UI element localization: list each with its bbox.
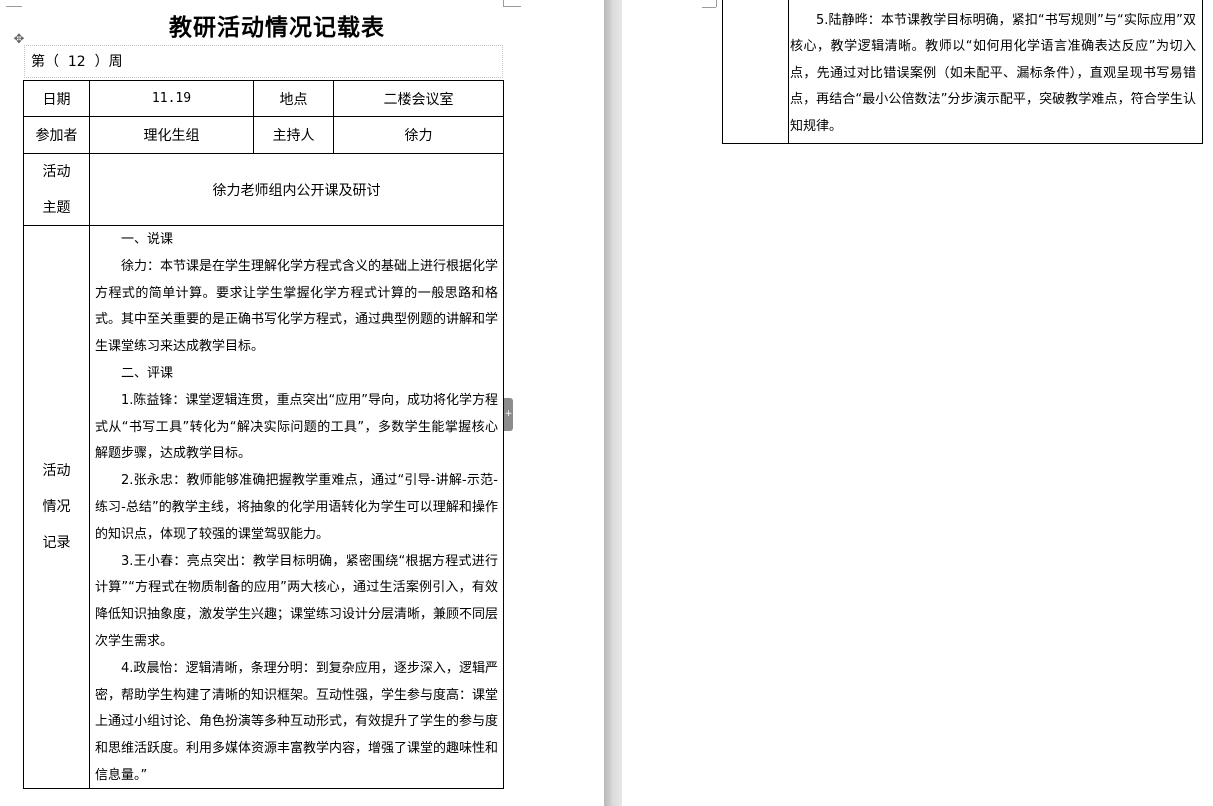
record-label-line: 情况 xyxy=(42,499,71,515)
record-paragraph: 4.政晨怡：逻辑清晰，条理分明：到复杂应用，逐步深入，逻辑严密，帮助学生构建了清… xyxy=(95,660,499,783)
document-title[interactable]: 教研活动情况记载表 xyxy=(24,8,530,42)
record-paragraph: 徐力：本节课是在学生理解化学方程式含义的基础上进行根据化学方程式的简单计算。要求… xyxy=(95,258,499,355)
participants-value[interactable]: 理化生组 xyxy=(90,117,253,153)
activity-record-table: 日期 11.19 地点 二楼会议室 参加者 理化生组 主持人 徐力 活动 主题 … xyxy=(23,80,504,789)
week-number[interactable]: 第（ 12 ）周 xyxy=(24,45,503,78)
host-value[interactable]: 徐力 xyxy=(334,117,503,153)
theme-label-line: 主题 xyxy=(42,199,71,216)
record-paragraph: 5.陆静晔：本节课教学目标明确，紧扣“书写规则”与“实际应用”双核心，教学逻辑清… xyxy=(790,13,1196,134)
date-value[interactable]: 11.19 xyxy=(90,81,253,116)
crop-mark xyxy=(716,0,717,7)
host-label[interactable]: 主持人 xyxy=(254,117,333,153)
location-value[interactable]: 二楼会议室 xyxy=(334,81,503,116)
crop-mark xyxy=(702,7,716,8)
crop-mark xyxy=(6,6,22,7)
page-gutter xyxy=(604,0,622,806)
date-label[interactable]: 日期 xyxy=(24,81,89,116)
crop-mark xyxy=(503,0,504,7)
add-row-plus-icon[interactable]: + xyxy=(504,398,513,431)
crop-mark xyxy=(503,6,521,7)
record-paragraph: 2.张永忠：教师能够准确把握教学重难点，通过“引导-讲解-示范-练习-总结”的教… xyxy=(95,473,498,542)
theme-label-line: 活动 xyxy=(42,163,71,180)
record-paragraph: 一、说课 xyxy=(121,232,174,247)
record-paragraph: 1.陈益锋：课堂逻辑连贯，重点突出“应用”导向，成功将化学方程式从“书写工具”转… xyxy=(95,392,498,462)
record-label-line: 活动 xyxy=(42,463,71,479)
participants-label[interactable]: 参加者 xyxy=(24,117,89,153)
record-label-line: 记录 xyxy=(42,535,71,551)
record-content[interactable]: 一、说课 徐力：本节课是在学生理解化学方程式含义的基础上进行根据化学方程式的简单… xyxy=(95,227,498,790)
record-content-continued[interactable]: 5.陆静晔：本节课教学目标明确，紧扣“书写规则”与“实际应用”双核心，教学逻辑清… xyxy=(790,8,1196,140)
page-left: 教研活动情况记载表 ✥ 第（ 12 ）周 日期 11.19 地点 二楼会议室 参… xyxy=(0,0,604,806)
theme-value[interactable]: 徐力老师组内公开课及研讨 xyxy=(90,154,503,225)
record-paragraph: 二、评课 xyxy=(121,365,174,381)
location-label[interactable]: 地点 xyxy=(254,81,333,116)
theme-label[interactable]: 活动 主题 xyxy=(24,154,89,225)
page-right: 5.陆静晔：本节课教学目标明确，紧扣“书写规则”与“实际应用”双核心，教学逻辑清… xyxy=(622,0,1213,806)
record-label[interactable]: 活动 情况 记录 xyxy=(24,226,89,788)
record-paragraph: 3.王小春：亮点突出：教学目标明确，紧密围绕“根据方程式进行计算”“方程式在物质… xyxy=(95,553,499,649)
activity-record-table-continued: 5.陆静晔：本节课教学目标明确，紧扣“书写规则”与“实际应用”双核心，教学逻辑清… xyxy=(722,0,1203,144)
